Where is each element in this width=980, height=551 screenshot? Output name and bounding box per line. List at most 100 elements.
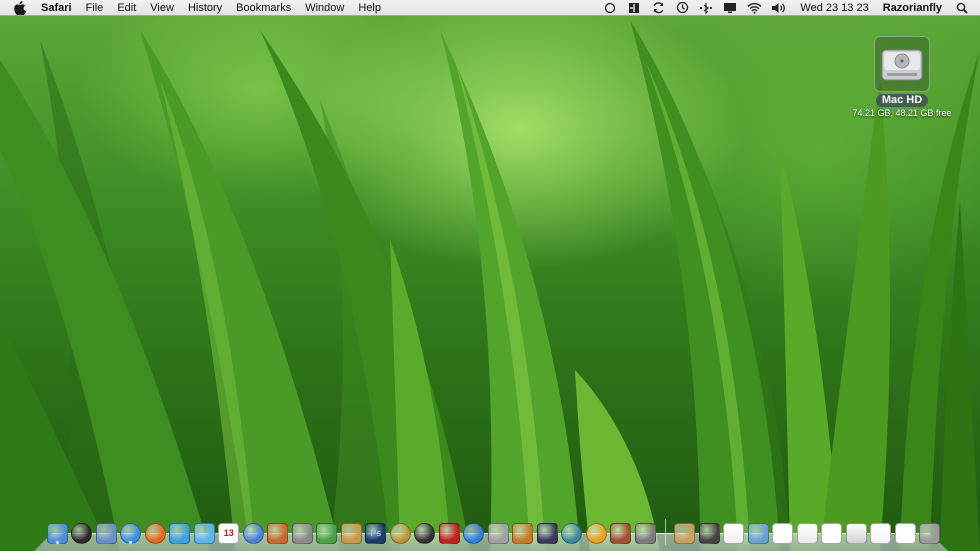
menu-view[interactable]: View	[143, 0, 181, 16]
menu-history[interactable]: History	[181, 0, 229, 16]
screenshot-icon	[845, 522, 867, 544]
menu-bar-left: Safari File Edit View History Bookmarks …	[0, 0, 388, 16]
hard-drive-icon[interactable]	[874, 36, 930, 92]
itunes-icon	[242, 522, 264, 544]
split-box-icon[interactable]	[624, 0, 644, 16]
dock-item-itunes[interactable]	[242, 521, 265, 545]
dock-item-dashboard[interactable]	[71, 521, 94, 545]
spotlight-search-icon[interactable]	[952, 0, 972, 16]
sync-icon[interactable]	[648, 0, 668, 16]
utility-icon	[487, 522, 509, 544]
menu-window[interactable]: Window	[298, 0, 351, 16]
volume-icon[interactable]	[768, 0, 788, 16]
pen-icon	[291, 522, 313, 544]
drive-icon	[698, 522, 720, 544]
dock-item-photoshop[interactable]: Ps	[365, 521, 388, 545]
aperture-icon	[389, 522, 411, 544]
dock-item-trash[interactable]	[919, 521, 942, 545]
chess-icon	[438, 522, 460, 544]
display-icon[interactable]	[720, 0, 740, 16]
wifi-icon[interactable]	[744, 0, 764, 16]
menu-help[interactable]: Help	[351, 0, 388, 16]
dock-item-ical[interactable]: 13	[218, 521, 241, 545]
dock: 13 Ps	[34, 517, 948, 551]
time-machine-icon[interactable]	[672, 0, 692, 16]
document-icon	[723, 522, 745, 544]
window-icon	[772, 522, 794, 544]
guitar-icon	[512, 522, 534, 544]
dock-item-keynote[interactable]	[267, 521, 290, 545]
dock-item-address-book[interactable]	[169, 521, 192, 545]
running-indicator	[129, 541, 133, 544]
keynote-icon	[267, 522, 289, 544]
dock-item-text-file[interactable]	[870, 521, 893, 545]
firefox-icon	[144, 522, 166, 544]
screenshot-icon	[821, 522, 843, 544]
dock-item-document[interactable]	[723, 521, 746, 545]
user-menu[interactable]: Razorianfly	[875, 2, 950, 14]
dock-item-drive[interactable]	[698, 521, 721, 545]
dock-item-screenshot-1[interactable]	[821, 521, 844, 545]
circle-icon[interactable]	[600, 0, 620, 16]
dock-item-utility[interactable]	[487, 521, 510, 545]
dock-item-window[interactable]	[772, 521, 795, 545]
dock-separator[interactable]	[664, 519, 666, 545]
dock-item-pen-tool[interactable]	[291, 521, 314, 545]
dock-item-aperture[interactable]	[389, 521, 412, 545]
calendar-icon: 13	[218, 522, 240, 544]
dock-item-finder[interactable]	[46, 521, 69, 545]
photoshop-icon: Ps	[365, 522, 387, 544]
menu-bookmarks[interactable]: Bookmarks	[229, 0, 298, 16]
mail-icon	[463, 522, 485, 544]
mac-hd-desktop-item[interactable]: Mac HD 74.21 GB, 48.21 GB free	[842, 36, 962, 119]
running-indicator	[55, 541, 59, 544]
menu-edit[interactable]: Edit	[110, 0, 143, 16]
dock-item-chess[interactable]	[438, 521, 461, 545]
dock-item-installer[interactable]	[747, 521, 770, 545]
drive-name-label: Mac HD	[875, 94, 929, 107]
people-icon	[169, 522, 191, 544]
trash-icon	[919, 522, 941, 544]
apple-icon[interactable]	[14, 0, 28, 15]
photos-icon	[340, 522, 362, 544]
dock-item-mission-control[interactable]	[536, 521, 559, 545]
dock-item-screenshot-2[interactable]	[845, 521, 868, 545]
menu-file[interactable]: File	[79, 0, 111, 16]
dock-item-numbers[interactable]	[316, 521, 339, 545]
chat-icon	[193, 522, 215, 544]
dock-item-text-edit[interactable]	[610, 521, 633, 545]
menu-extras: Wed 23 13 23 Razorianfly	[598, 0, 980, 16]
gear-icon	[634, 522, 656, 544]
dock-item-safari[interactable]	[120, 521, 143, 545]
dock-item-page[interactable]	[796, 521, 819, 545]
dock-item-ichat[interactable]	[193, 521, 216, 545]
bluetooth-dots-icon[interactable]	[696, 0, 716, 16]
dock-item-mail[interactable]	[463, 521, 486, 545]
screenshot-icon	[894, 522, 916, 544]
dock-item-screenshot-3[interactable]	[894, 521, 917, 545]
dock-item-dvd-player[interactable]	[414, 521, 437, 545]
chart-icon	[316, 522, 338, 544]
dock-item-preview[interactable]	[95, 521, 118, 545]
preview-icon	[95, 522, 117, 544]
dock-item-radiation[interactable]	[585, 521, 608, 545]
grass-wallpaper	[0, 20, 980, 551]
clipboard-icon	[674, 522, 696, 544]
dock-icon-label: Ps	[370, 528, 382, 538]
drive-capacity-label: 74.21 GB, 48.21 GB free	[852, 108, 952, 118]
menu-bar: Safari File Edit View History Bookmarks …	[0, 0, 980, 16]
dock-item-preferences[interactable]	[634, 521, 657, 545]
dock-item-garageband[interactable]	[512, 521, 535, 545]
page-icon	[796, 522, 818, 544]
notes-icon	[610, 522, 632, 544]
dock-item-clipboard[interactable]	[674, 521, 697, 545]
dock-item-firefox[interactable]	[144, 521, 167, 545]
text-file-icon	[870, 522, 892, 544]
dock-item-time-machine[interactable]	[561, 521, 584, 545]
dock-item-photo-booth[interactable]	[340, 521, 363, 545]
dashboard-icon	[71, 522, 93, 544]
dock-items: 13 Ps	[46, 517, 941, 545]
menu-clock[interactable]: Wed 23 13 23	[790, 2, 874, 14]
menu-app-safari[interactable]: Safari	[41, 0, 79, 16]
radiation-icon	[585, 522, 607, 544]
